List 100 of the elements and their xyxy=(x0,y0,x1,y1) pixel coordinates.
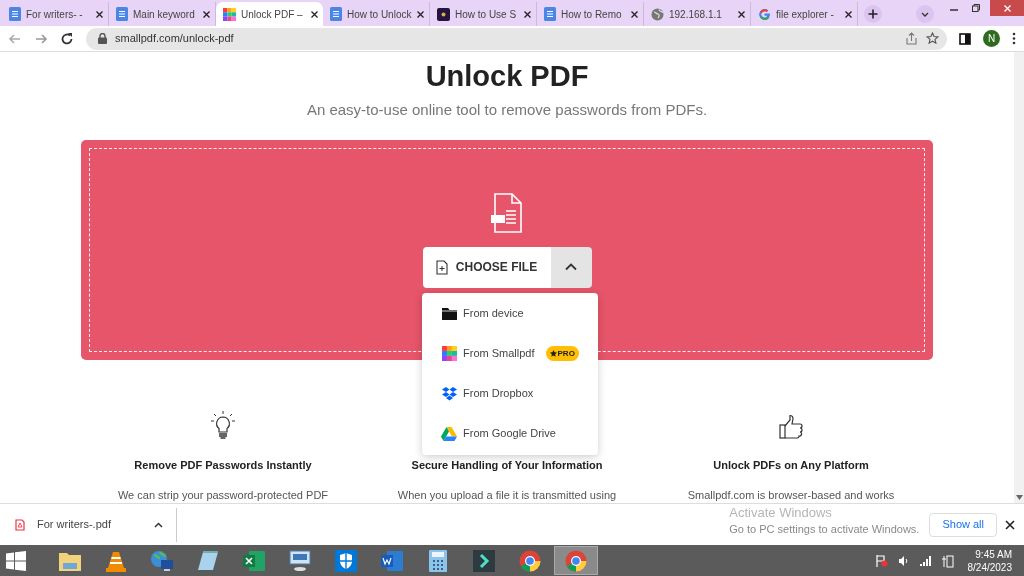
menu-icon[interactable] xyxy=(1012,32,1016,45)
side-panel-icon[interactable] xyxy=(959,32,971,45)
menu-item[interactable]: From Dropbox xyxy=(422,373,598,414)
scroll-down-icon[interactable] xyxy=(1015,495,1023,500)
menu-item[interactable]: From device xyxy=(422,293,598,334)
document-icon xyxy=(116,7,128,21)
caret-icon[interactable] xyxy=(154,521,163,528)
word-processor-icon xyxy=(381,550,403,571)
traffic-cone-icon xyxy=(106,549,126,572)
browser-tab[interactable]: For writers- - xyxy=(2,2,109,26)
tab-title: How to Remo xyxy=(561,7,623,22)
signal-icon[interactable] xyxy=(919,555,932,566)
browser-tab[interactable]: Unlock PDF – xyxy=(216,2,323,26)
pdf-file-icon xyxy=(15,518,25,531)
app-icon xyxy=(437,7,450,21)
close-window-button[interactable] xyxy=(990,0,1024,16)
caret-icon xyxy=(565,263,577,271)
close-icon[interactable] xyxy=(96,10,103,18)
close-icon[interactable] xyxy=(845,10,852,18)
profile-avatar[interactable]: N xyxy=(983,30,1000,47)
browser-tab[interactable]: file explorer - xyxy=(751,2,858,26)
close-icon xyxy=(1003,4,1011,12)
feature-description: Smallpdf.com is browser-based and works xyxy=(687,487,895,503)
light-bulb-icon xyxy=(210,410,236,440)
document-icon xyxy=(330,7,342,21)
close-icon[interactable] xyxy=(417,10,424,18)
lock-icon xyxy=(98,33,107,44)
restore-icon[interactable] xyxy=(972,4,980,12)
file-add-icon xyxy=(435,259,448,275)
document-icon xyxy=(544,7,556,21)
tab-title: How to Use S xyxy=(455,7,518,22)
clock[interactable]: 9:45 AM 8/24/2023 xyxy=(967,547,1012,574)
forward-icon[interactable] xyxy=(34,31,48,46)
browser-tab[interactable]: 192.168.1.1 xyxy=(644,2,751,26)
close-icon[interactable] xyxy=(738,10,745,18)
url-text: smallpdf.com/unlock-pdf xyxy=(115,31,235,47)
battery-icon[interactable] xyxy=(941,553,954,568)
speaker-icon[interactable] xyxy=(897,554,910,567)
page-subtitle: An easy-to-use online tool to remove passwords from PDFs. xyxy=(306,100,708,120)
color-grid-icon xyxy=(441,346,457,361)
notepad-icon xyxy=(197,549,219,572)
activation-title: Activate Windows xyxy=(729,505,832,520)
diamond-app-icon xyxy=(473,549,495,572)
drive-icon xyxy=(441,426,457,441)
new-tab-icon[interactable] xyxy=(864,5,882,23)
menu-item-label: From device xyxy=(463,306,524,322)
feature-description: When you upload a file it is transmitted using xyxy=(397,487,617,503)
browser-tab[interactable]: How to Use S xyxy=(430,2,537,26)
google-icon xyxy=(758,7,771,21)
browser-tab[interactable]: Main keyword xyxy=(109,2,216,26)
close-icon[interactable] xyxy=(1005,519,1015,530)
download-item[interactable]: For writers-.pdf xyxy=(0,507,177,542)
start-icon[interactable] xyxy=(6,550,26,571)
dropbox-icon xyxy=(441,386,457,401)
browser-tab[interactable]: How to Remo xyxy=(537,2,644,26)
calculator-icon xyxy=(429,549,447,572)
tab-search-icon[interactable] xyxy=(916,5,934,23)
address-bar[interactable]: smallpdf.com/unlock-pdf xyxy=(86,27,947,50)
feature-heading: Unlock PDFs on Any Platform xyxy=(713,458,869,473)
close-icon[interactable] xyxy=(631,10,638,18)
chrome-icon xyxy=(565,549,587,572)
thumbs-up-icon xyxy=(779,414,803,440)
tab-title: Main keyword xyxy=(133,7,196,22)
tab-title: Unlock PDF – xyxy=(241,7,304,22)
menu-item[interactable]: From Google Drive xyxy=(422,413,598,454)
pdf-file-icon xyxy=(490,192,524,233)
browser-tab[interactable]: How to Unlock xyxy=(323,2,430,26)
tab-title: 192.168.1.1 xyxy=(669,7,723,22)
flag-icon[interactable] xyxy=(875,554,888,567)
download-file-name: For writers-.pdf xyxy=(37,517,112,533)
menu-item-label: From Dropbox xyxy=(463,386,534,402)
star-icon xyxy=(549,350,557,357)
computer-icon xyxy=(288,549,312,572)
close-icon[interactable] xyxy=(524,10,531,18)
color-grid-icon xyxy=(223,7,236,21)
tab-title: file explorer - xyxy=(776,7,835,22)
feature-heading: Secure Handling of Your Information xyxy=(411,458,603,473)
feature-heading: Remove PDF Passwords Instantly xyxy=(134,458,312,473)
close-icon[interactable] xyxy=(311,10,318,18)
choose-file-button[interactable]: CHOOSE FILE xyxy=(422,246,551,288)
globe-icon xyxy=(651,7,664,21)
feature-description: We can strip your password-protected PDF xyxy=(117,487,329,503)
pro-badge: PRO xyxy=(545,346,579,361)
shield-icon xyxy=(335,549,357,572)
spreadsheet-app-icon xyxy=(243,550,265,571)
dropdown-toggle-button[interactable] xyxy=(550,246,592,288)
globe-monitor-icon xyxy=(150,549,174,572)
activation-message: Go to PC settings to activate Windows. xyxy=(729,522,920,536)
chrome-icon xyxy=(519,549,541,572)
page-title: Unlock PDF xyxy=(425,59,589,94)
star-icon[interactable] xyxy=(926,32,939,45)
tab-title: For writers- - xyxy=(26,7,84,22)
share-icon[interactable] xyxy=(905,32,918,45)
menu-item-label: From Smallpdf xyxy=(463,346,535,362)
close-icon[interactable] xyxy=(203,10,210,18)
document-icon xyxy=(9,7,21,21)
menu-item[interactable]: From Smallpdf PRO xyxy=(422,333,598,374)
show-all-button[interactable]: Show all xyxy=(929,512,997,537)
folder-icon xyxy=(441,307,457,320)
reload-icon[interactable] xyxy=(60,31,74,46)
